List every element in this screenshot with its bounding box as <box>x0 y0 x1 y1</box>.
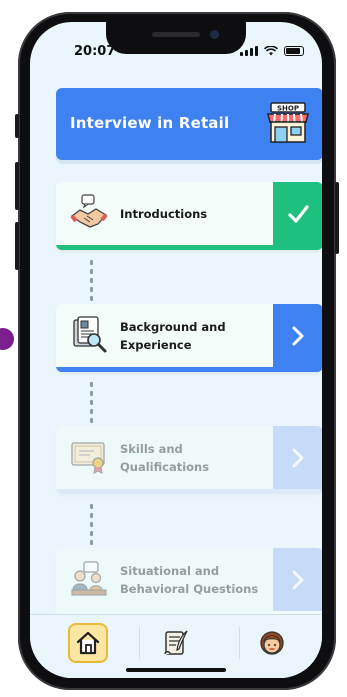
speaker <box>152 32 200 37</box>
step-card-skills-qualifications[interactable]: Skills and Qualifications <box>56 426 322 494</box>
connector-dots <box>90 382 93 427</box>
avatar-icon <box>260 631 284 655</box>
front-camera <box>210 30 219 39</box>
notch <box>106 22 246 54</box>
step-card-introductions[interactable]: Introductions <box>56 182 322 250</box>
tab-divider <box>239 627 240 659</box>
step-progress-bar <box>56 367 322 372</box>
step-label: Background and Experience <box>120 319 226 352</box>
document-search-icon <box>73 316 107 353</box>
status-icons <box>240 46 304 56</box>
shop-sign-text: SHOP <box>277 105 299 113</box>
certificate-icon <box>71 442 105 474</box>
step-label: Introductions <box>120 206 208 221</box>
checkmark-icon <box>288 204 309 223</box>
step-card-background-experience[interactable]: Background and Experience <box>56 304 322 372</box>
step-progress-bar <box>56 489 322 494</box>
page-header: Interview in Retail SHOP <box>56 88 322 160</box>
chevron-right-icon <box>292 570 304 589</box>
shop-icon: SHOP <box>267 102 309 143</box>
volume-up-button <box>15 162 19 210</box>
mute-switch <box>15 114 19 138</box>
volume-down-button <box>15 222 19 270</box>
step-start-button[interactable] <box>273 304 322 367</box>
battery-icon <box>284 46 304 56</box>
signal-icon <box>240 46 258 56</box>
step-card-situational-behavioral[interactable]: Situational and Behavioral Questions <box>56 548 322 616</box>
wifi-icon <box>264 46 278 56</box>
home-indicator <box>126 668 226 672</box>
tab-profile[interactable] <box>252 623 292 663</box>
home-icon <box>76 631 100 655</box>
step-label: Skills and Qualifications <box>120 441 210 474</box>
power-button <box>335 182 339 254</box>
side-indicator-dot <box>0 328 14 350</box>
scroll-quill-icon <box>164 630 188 655</box>
step-locked-button[interactable] <box>273 426 322 489</box>
step-progress-bar <box>56 245 322 250</box>
app-screen: 20:07 Interview in Retail SHOP Introduct… <box>30 22 322 678</box>
step-complete-button[interactable] <box>273 182 322 245</box>
status-time: 20:07 <box>74 44 116 59</box>
connector-dots <box>90 260 93 305</box>
tab-journal[interactable] <box>156 623 196 663</box>
page-title: Interview in Retail <box>70 114 230 132</box>
connector-dots <box>90 504 93 549</box>
step-locked-button[interactable] <box>273 548 322 611</box>
chevron-right-icon <box>292 448 304 467</box>
tab-divider <box>139 627 140 659</box>
step-label: Situational and Behavioral Questions <box>120 563 259 596</box>
meeting-icon <box>71 561 107 596</box>
tab-home[interactable] <box>68 623 108 663</box>
chevron-right-icon <box>292 326 304 345</box>
handshake-icon <box>70 194 108 228</box>
